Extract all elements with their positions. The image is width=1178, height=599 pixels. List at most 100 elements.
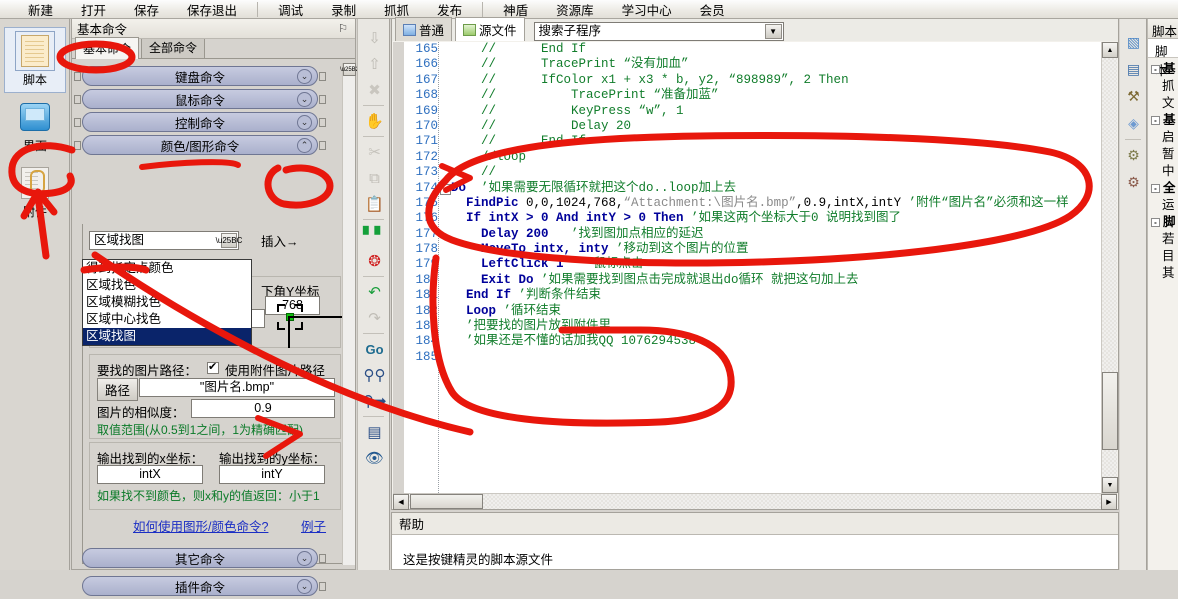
scroll-thumb-horizontal[interactable]: [410, 494, 483, 509]
tree-expander-icon[interactable]: -: [1151, 116, 1160, 125]
tree-child-node[interactable]: 文: [1148, 92, 1178, 110]
scroll-thumb-vertical[interactable]: [1102, 372, 1118, 450]
section-other-commands[interactable]: 其它命令 ⌄: [82, 548, 326, 568]
code-area[interactable]: 165 // End If 166 // TracePrint “没有加血” 167…: [393, 42, 1117, 493]
scroll-right-button[interactable]: ▶: [1101, 494, 1117, 510]
pin-icon[interactable]: ⚐: [338, 22, 348, 35]
tree-expander-icon[interactable]: -: [1151, 65, 1160, 74]
tree-root-node[interactable]: -脚: [1148, 211, 1178, 229]
script-tree-nodes[interactable]: -基抓文-基启暂中-全运-脚若目其: [1148, 58, 1178, 280]
fold-marker[interactable]: −: [440, 183, 451, 195]
delete-x-icon[interactable]: ✖: [358, 77, 391, 103]
section-color-graphics-commands[interactable]: 颜色/图形命令 ⌃: [74, 135, 326, 155]
tree-child-node[interactable]: 暂: [1148, 143, 1178, 161]
scroll-up-button[interactable]: \u25B2: [340, 63, 359, 76]
menu-item-save-exit[interactable]: 保存退出: [173, 0, 251, 20]
dropdown-option-2[interactable]: 区域模糊找色: [83, 294, 251, 311]
variable-list-icon[interactable]: ▤: [1120, 56, 1147, 83]
move-down-icon[interactable]: ⇩: [358, 25, 391, 51]
scroll-up-button[interactable]: ▲: [1102, 42, 1118, 58]
insert-button[interactable]: 插入→: [255, 230, 305, 251]
nav-item-interface[interactable]: 界面: [0, 93, 70, 159]
tab-normal-view[interactable]: 普通: [395, 17, 453, 41]
redo-icon[interactable]: ↷: [358, 305, 391, 331]
menu-item-member[interactable]: 会员: [686, 0, 739, 20]
toolbox-icon[interactable]: ⚒: [1120, 83, 1147, 110]
dropdown-option-1[interactable]: 区域找色: [83, 277, 251, 294]
hand-drag-icon[interactable]: ✋: [358, 108, 391, 134]
chevron-down-icon[interactable]: ⌄: [297, 579, 312, 594]
search-subroutine-select[interactable]: 搜索子程序 ▼: [533, 22, 784, 41]
menu-item-new[interactable]: 新建: [14, 0, 67, 20]
section-control-commands[interactable]: 控制命令 ⌄: [74, 112, 326, 132]
goto-icon[interactable]: Go: [358, 336, 391, 362]
script-window-icon[interactable]: ▧: [1120, 29, 1147, 56]
main-menu-bar[interactable]: 新建 打开 保存 保存退出 调试 录制 抓抓 发布 神盾 资源库 学习中心 会员: [0, 0, 1178, 19]
editor-horizontal-scrollbar[interactable]: ◀ ▶: [393, 493, 1117, 510]
output-y-input[interactable]: intY: [219, 465, 325, 484]
command-panel-scrollbar[interactable]: \u25B2: [340, 63, 359, 565]
menu-item-learning[interactable]: 学习中心: [608, 0, 686, 20]
dropdown-option-3[interactable]: 区域中心找色: [83, 311, 251, 328]
chevron-down-icon[interactable]: ⌄: [297, 69, 312, 84]
nav-item-script[interactable]: 脚本: [4, 27, 66, 93]
code-text[interactable]: 165 // End If 166 // TracePrint “没有加血” 167…: [404, 42, 1100, 493]
command-dropdown-list[interactable]: 得到指定点颜色 区域找色 区域模糊找色 区域中心找色 区域找图: [82, 259, 252, 346]
tree-child-node[interactable]: 启: [1148, 126, 1178, 144]
remove-wrench-icon[interactable]: ⚙: [1120, 169, 1147, 196]
tree-root-node[interactable]: -基: [1148, 58, 1178, 76]
how-to-use-link[interactable]: 如何使用图形/颜色命令?: [133, 516, 268, 535]
plugin-icon[interactable]: ◈: [1120, 110, 1147, 137]
chevron-down-icon[interactable]: ⌄: [297, 551, 312, 566]
browse-path-button[interactable]: 路径: [97, 378, 139, 401]
tab-all-commands[interactable]: 全部命令: [141, 36, 206, 58]
copy-icon[interactable]: ⧉: [358, 165, 391, 191]
chevron-down-icon[interactable]: ⌄: [297, 115, 312, 130]
section-plugin-commands[interactable]: 插件命令 ⌄: [82, 576, 326, 596]
scroll-down-button[interactable]: ▼: [1102, 477, 1118, 493]
similarity-input[interactable]: 0.9: [191, 399, 335, 418]
undo-icon[interactable]: ↶: [358, 279, 391, 305]
tree-child-node[interactable]: 中: [1148, 160, 1178, 178]
nav-item-attachment[interactable]: 附件: [0, 159, 70, 225]
menu-item-open[interactable]: 打开: [67, 0, 120, 20]
tree-child-node[interactable]: 其: [1148, 262, 1178, 280]
script-tree-tab[interactable]: 脚本: [1148, 39, 1178, 78]
tree-root-node[interactable]: -基: [1148, 109, 1178, 127]
section-keyboard-commands[interactable]: 键盘命令 ⌄: [74, 66, 326, 86]
menu-item-record[interactable]: 录制: [317, 0, 370, 20]
section-mouse-commands[interactable]: 鼠标命令 ⌄: [74, 89, 326, 109]
tree-child-node[interactable]: 运: [1148, 194, 1178, 212]
scroll-left-button[interactable]: ◀: [393, 494, 409, 510]
chevron-down-icon[interactable]: ▼: [764, 24, 782, 39]
chevron-up-icon[interactable]: ⌃: [297, 138, 312, 153]
command-select[interactable]: 区域找图 \u25BC: [89, 231, 242, 250]
chevron-down-icon[interactable]: \u25BC: [216, 233, 242, 248]
dropdown-option-0[interactable]: 得到指定点颜色: [83, 260, 251, 277]
tab-basic-commands[interactable]: 基本命令: [75, 37, 140, 59]
find-next-icon[interactable]: ⚲➡: [358, 388, 391, 414]
dropdown-option-4-selected[interactable]: 区域找图: [83, 328, 251, 345]
menu-item-save[interactable]: 保存: [120, 0, 173, 20]
chevron-down-icon[interactable]: ⌄: [297, 92, 312, 107]
preview-eye-icon[interactable]: 👁: [358, 445, 391, 471]
use-attachment-path-checkbox[interactable]: [207, 360, 219, 374]
tab-source-file[interactable]: 源文件: [455, 17, 525, 41]
paperclip-icon[interactable]: ▘▘: [358, 222, 391, 248]
menu-item-debug[interactable]: 调试: [264, 0, 317, 20]
tree-expander-icon[interactable]: -: [1151, 184, 1160, 193]
tree-expander-icon[interactable]: -: [1151, 218, 1160, 227]
menu-item-resources[interactable]: 资源库: [542, 0, 608, 20]
example-link[interactable]: 例子: [301, 516, 326, 535]
editor-vertical-scrollbar[interactable]: ▲ ▼: [1101, 42, 1118, 493]
output-x-input[interactable]: intX: [97, 465, 203, 484]
move-up-icon[interactable]: ⇧: [358, 51, 391, 77]
tree-child-node[interactable]: 目: [1148, 245, 1178, 263]
paste-icon[interactable]: 📋: [358, 191, 391, 217]
add-wrench-icon[interactable]: ⚙: [1120, 142, 1147, 169]
tree-child-node[interactable]: 抓: [1148, 75, 1178, 93]
tree-root-node[interactable]: -全: [1148, 177, 1178, 195]
cut-scissors-icon[interactable]: ✂: [358, 139, 391, 165]
picture-path-input[interactable]: "图片名.bmp": [139, 378, 335, 397]
properties-list-icon[interactable]: ▤: [358, 419, 391, 445]
